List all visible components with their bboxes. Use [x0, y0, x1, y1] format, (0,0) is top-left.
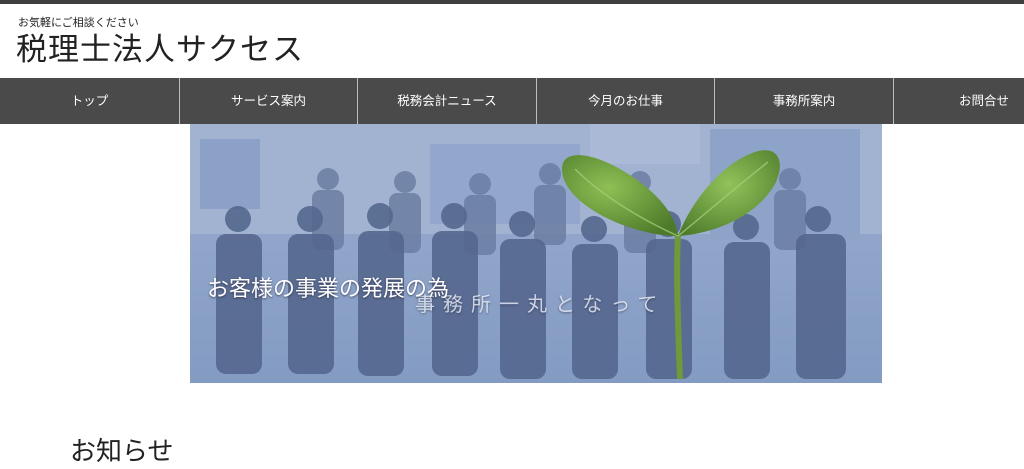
nav-item-services[interactable]: サービス案内: [180, 78, 358, 124]
nav-item-tax-news[interactable]: 税務会計ニュース: [358, 78, 537, 124]
hero-banner: 事務所一丸となって お客様の事業の発展の為: [190, 124, 882, 383]
nav-item-monthly-work[interactable]: 今月のお仕事: [537, 78, 715, 124]
hero-photo: [190, 124, 882, 383]
nav-item-top[interactable]: トップ: [0, 78, 180, 124]
site-title[interactable]: 税理士法人サクセス: [16, 30, 304, 70]
nav-item-contact-label: お問合せ: [958, 93, 1009, 108]
hero-caption-main: お客様の事業の発展の為: [207, 277, 450, 302]
nav-item-office-info[interactable]: 事務所案内: [715, 78, 894, 124]
main-nav: トップ サービス案内 税務会計ニュース 今月のお仕事 事務所案内 お問合せ: [0, 78, 1024, 124]
nav-item-contact[interactable]: お問合せ: [894, 78, 1024, 124]
site-tagline: お気軽にご相談ください: [18, 16, 139, 29]
top-accent-bar: [0, 0, 1024, 4]
news-heading: お知らせ: [70, 437, 174, 467]
hero-caption-sub: 事務所一丸となって: [415, 292, 666, 316]
